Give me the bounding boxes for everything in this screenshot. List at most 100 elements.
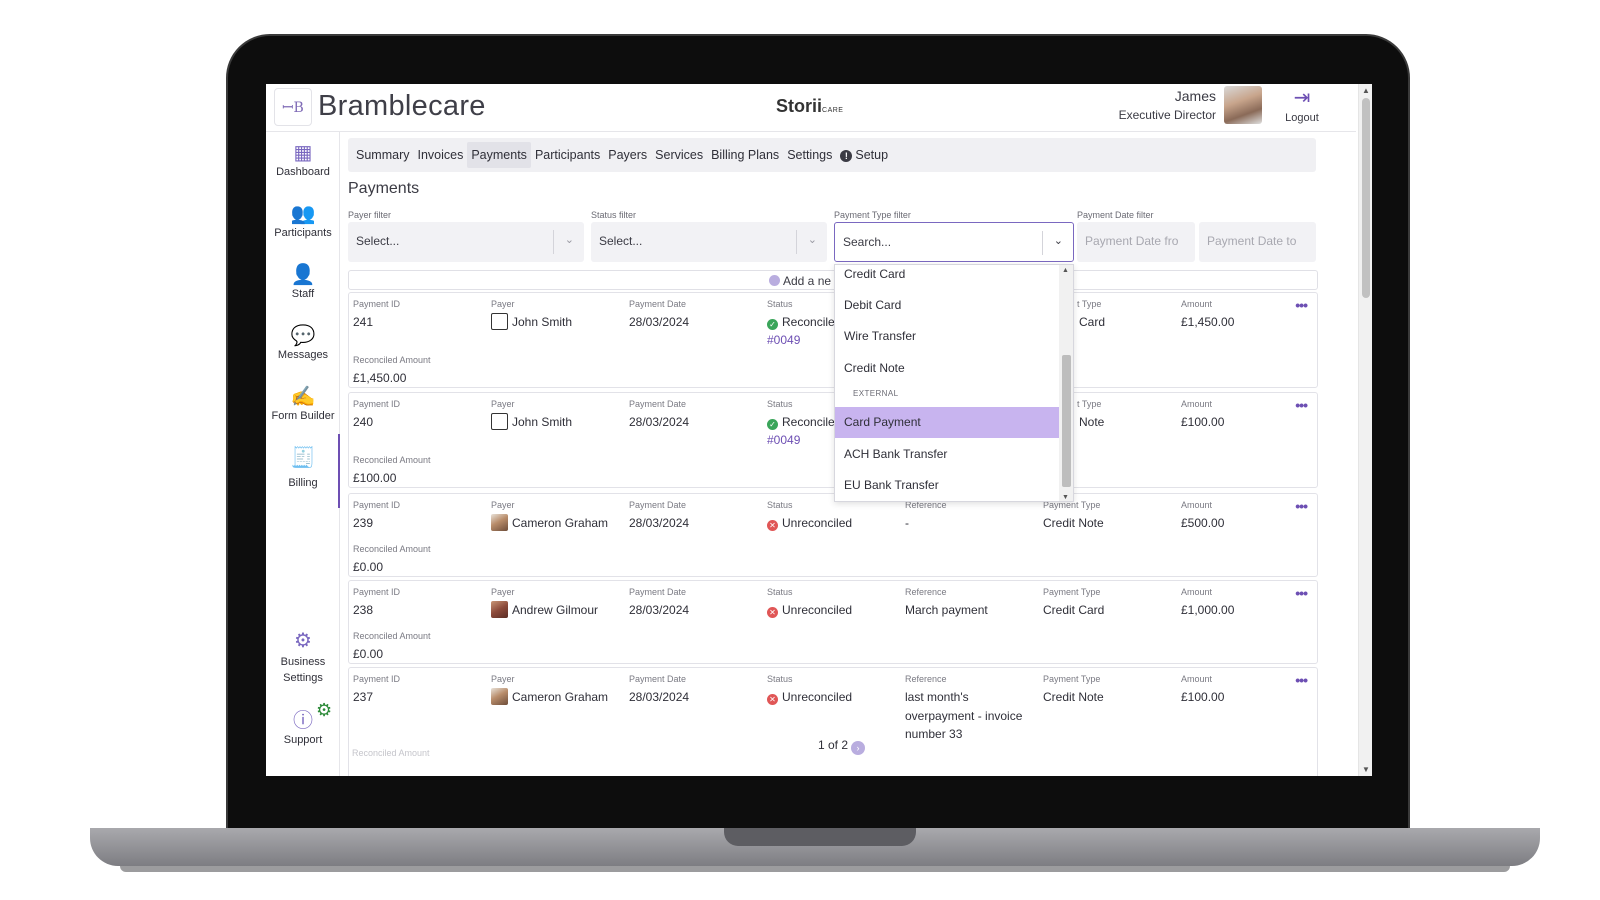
page-scrollbar[interactable]: ▲ ▼ (1358, 84, 1372, 776)
scroll-down-icon[interactable]: ▼ (1362, 765, 1370, 774)
payment-date-from-input[interactable]: Payment Date fro (1077, 222, 1195, 262)
sidebar-item-messages[interactable]: 💬 Messages (266, 323, 340, 361)
tab-invoices[interactable]: Invoices (413, 142, 467, 168)
add-payment-bar[interactable]: Add a ne (348, 270, 1318, 290)
user-name: James (1174, 88, 1216, 104)
payment-date-filter-label: Payment Date filter (1077, 210, 1154, 220)
chevron-down-icon: ⌄ (807, 234, 817, 246)
payer[interactable]: Cameron Graham (491, 514, 608, 531)
scroll-up-icon[interactable]: ▲ (1062, 267, 1069, 274)
avatar[interactable] (1224, 86, 1262, 124)
col-label: t Type (1077, 299, 1102, 309)
col-label: Status (767, 674, 793, 684)
participants-icon: 👥 (290, 203, 316, 225)
col-label: Payer (491, 299, 515, 309)
payer[interactable]: Cameron Graham (491, 688, 608, 705)
staff-icon: 👤 (290, 264, 316, 286)
payment-id: 237 (353, 690, 374, 704)
payment-type: Credit Note (1043, 516, 1104, 530)
amount: £100.00 (1181, 690, 1225, 704)
tab-setup[interactable]: ! Setup (836, 142, 892, 168)
payment-id: 240 (353, 415, 374, 429)
payment-type-filter-select[interactable]: Search... ⌄ (834, 222, 1074, 262)
payer-filter-select[interactable]: Select... ⌄ (348, 222, 584, 262)
cross-icon: ✕ (767, 520, 778, 531)
more-horizontal-icon[interactable]: ••• (1295, 585, 1308, 601)
option-credit-card[interactable]: Credit Card (835, 265, 1059, 290)
add-payment-button[interactable]: Add a ne (769, 274, 831, 288)
col-label: Payer (491, 399, 515, 409)
payer[interactable]: Andrew Gilmour (491, 601, 598, 618)
cross-icon: ✕ (767, 607, 778, 618)
pagination: 1 of 2 › (818, 738, 866, 755)
more-horizontal-icon[interactable]: ••• (1295, 498, 1308, 514)
option-ach-bank-transfer[interactable]: ACH Bank Transfer (835, 439, 1059, 470)
payment-card[interactable]: Payment ID 237 Payer Cameron Graham Paym… (348, 667, 1318, 776)
sidebar-item-form-builder[interactable]: ✍ Form Builder (266, 384, 340, 422)
invoice-link[interactable]: #0049 (767, 433, 800, 447)
sidebar-item-label: Participants (274, 227, 332, 239)
page-scroll-thumb[interactable] (1362, 98, 1370, 298)
col-label: Amount (1181, 399, 1213, 409)
more-horizontal-icon[interactable]: ••• (1295, 297, 1308, 313)
sidebar-item-label: Form Builder (271, 410, 335, 422)
sidebar-item-dashboard[interactable]: ▦ Dashboard (266, 140, 340, 178)
payer[interactable]: John Smith (491, 413, 572, 430)
col-label: Amount (1181, 674, 1213, 684)
payment-type-filter-label: Payment Type filter (834, 210, 911, 220)
scroll-up-icon[interactable]: ▲ (1362, 86, 1370, 95)
product-logo: StoriiCARE (776, 96, 843, 117)
option-credit-note[interactable]: Credit Note (835, 353, 1059, 384)
more-horizontal-icon[interactable]: ••• (1295, 397, 1308, 413)
payment-card[interactable]: Payment ID 238 Payer Andrew Gilmour Paym… (348, 580, 1318, 664)
tab-payers[interactable]: Payers (604, 142, 651, 168)
status-text: Unreconciled (782, 516, 853, 530)
status: ✕ Unreconciled (767, 603, 852, 618)
option-wire-transfer[interactable]: Wire Transfer (835, 321, 1059, 352)
tab-payments[interactable]: Payments (467, 142, 531, 168)
amount: £500.00 (1181, 516, 1225, 530)
brand-logo[interactable]: ꟷB (274, 88, 312, 126)
col-label: Amount (1181, 299, 1213, 309)
page-indicator: 1 of 2 (818, 738, 849, 752)
tab-summary[interactable]: Summary (352, 142, 413, 168)
payer-name: Cameron Graham (512, 690, 609, 704)
payment-card[interactable]: Payment ID 241 Payer John Smith Payment … (348, 292, 1318, 388)
col-label: Payment ID (353, 299, 401, 309)
col-label: Payer (491, 674, 515, 684)
sidebar-item-business-settings[interactable]: ⚙ Business Settings (266, 628, 340, 686)
sidebar-item-support[interactable]: ⓘ Support (266, 708, 340, 746)
payment-card[interactable]: Payment ID 240 Payer John Smith Payment … (348, 392, 1318, 488)
payment-type-filter-input[interactable]: Search... (843, 235, 891, 249)
sidebar-item-participants[interactable]: 👥 Participants (266, 201, 340, 239)
option-debit-card[interactable]: Debit Card (835, 290, 1059, 321)
logo-mark: ꟷB (282, 99, 304, 116)
tab-services[interactable]: Services (651, 142, 707, 168)
more-horizontal-icon[interactable]: ••• (1295, 672, 1308, 688)
active-nav-indicator (338, 434, 340, 508)
option-eu-bank-transfer[interactable]: EU Bank Transfer (835, 470, 1059, 501)
sidebar-item-staff[interactable]: 👤 Staff (266, 262, 340, 300)
sidebar-item-billing[interactable]: 🧾 Billing (266, 445, 340, 489)
tab-participants[interactable]: Participants (531, 142, 604, 168)
laptop-shadow (120, 866, 1510, 872)
reference-line: last month's (905, 690, 969, 704)
tab-billing-plans[interactable]: Billing Plans (707, 142, 783, 168)
payer[interactable]: John Smith (491, 313, 572, 330)
next-page-button[interactable]: › (851, 741, 866, 755)
laptop-notch (724, 828, 916, 846)
tab-settings[interactable]: Settings (783, 142, 836, 168)
dropdown-scroll-thumb[interactable] (1062, 355, 1071, 487)
payment-date-to-input[interactable]: Payment Date to (1199, 222, 1316, 262)
scroll-down-icon[interactable]: ▼ (1062, 494, 1069, 501)
invoice-link[interactable]: #0049 (767, 333, 800, 347)
payer-filter-label: Payer filter (348, 210, 392, 220)
status-text: Reconcile (782, 315, 835, 329)
option-card-payment[interactable]: Card Payment (835, 407, 1059, 438)
status-filter-select[interactable]: Select... ⌄ (591, 222, 827, 262)
dropdown-scrollbar[interactable]: ▲ ▼ (1059, 265, 1073, 501)
chevron-down-icon: ⌄ (1053, 235, 1063, 247)
logout-button[interactable]: ⇥ Logout (1276, 88, 1328, 124)
page-title: Payments (348, 180, 420, 197)
payment-card[interactable]: Payment ID 239 Payer Cameron Graham Paym… (348, 493, 1318, 577)
